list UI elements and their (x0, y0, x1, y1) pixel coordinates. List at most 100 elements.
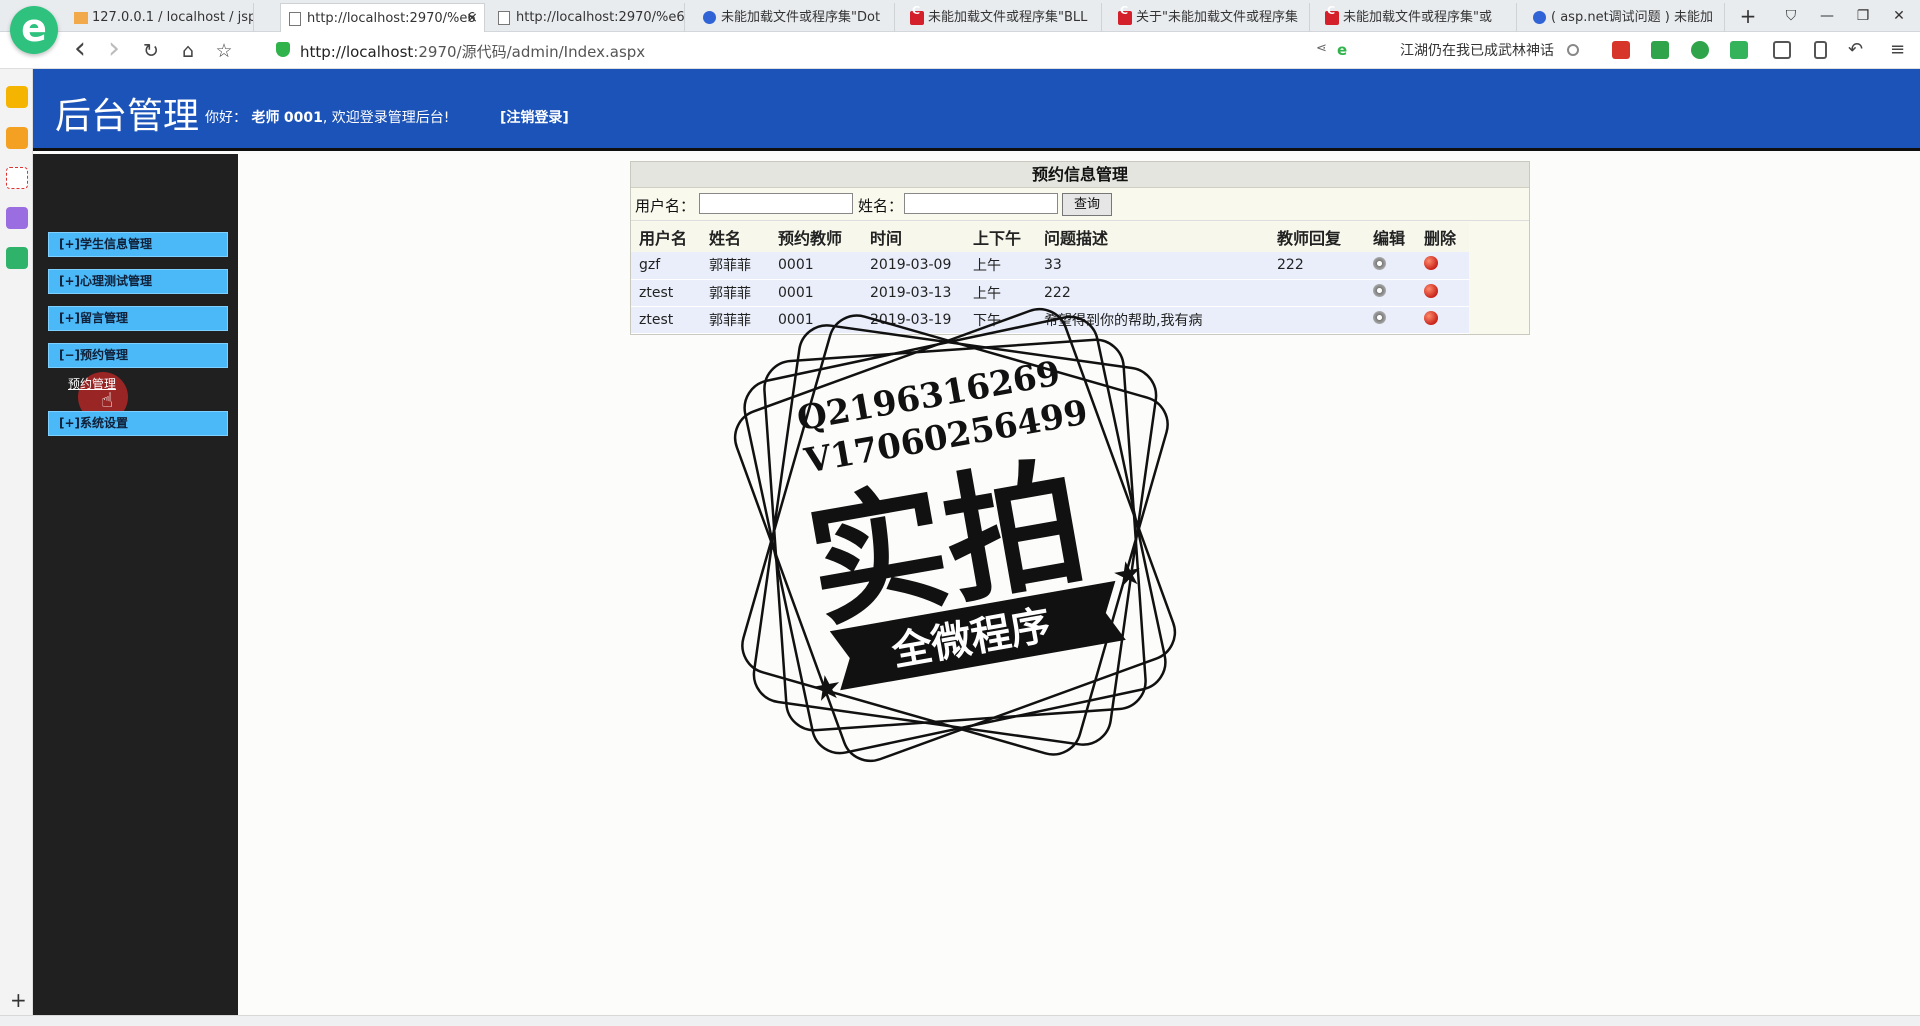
tab-4[interactable]: 未能加载文件或程序集"BLL (902, 3, 1102, 32)
name-label: 姓名： (858, 197, 904, 215)
browser-side-panel (0, 69, 33, 1015)
refresh-button[interactable]: ↻ (139, 39, 163, 63)
secure-shield-icon (276, 42, 290, 57)
edit-cell (1365, 279, 1416, 307)
cell-username: ztest (631, 306, 701, 334)
user-role: 老师 (251, 110, 280, 126)
page-title: 后台管理 (55, 95, 200, 136)
apps-grid-icon[interactable] (1773, 41, 1791, 59)
browser-logo-icon[interactable]: e (10, 6, 58, 54)
phpmyadmin-icon (74, 12, 88, 24)
delete-icon[interactable] (1424, 256, 1438, 271)
tablet-icon[interactable] (1814, 41, 1827, 59)
col-description: 问题描述 (1036, 222, 1269, 252)
forward-button[interactable]: › (102, 34, 126, 64)
translate-icon[interactable] (1651, 41, 1669, 59)
add-panel-icon[interactable]: + (10, 988, 27, 1012)
cell-teacher: 0001 (770, 306, 862, 334)
tab-0[interactable]: 127.0.0.1 / localhost / jsp (66, 3, 254, 32)
csdn-icon (1325, 4, 1339, 25)
greeting-text: 你好： 老师 0001, 欢迎登录管理后台! (205, 110, 450, 126)
username-search-input[interactable] (699, 193, 853, 214)
new-tab-button[interactable]: + (1730, 0, 1766, 32)
home-button[interactable]: ⌂ (176, 39, 200, 63)
search-button[interactable]: 查询 (1062, 193, 1112, 216)
tab-7[interactable]: ( asp.net调试问题 ) 未能加 (1525, 3, 1725, 32)
menu-system-settings[interactable]: [+]系统设置 (48, 411, 228, 436)
edit-gear-icon[interactable] (1373, 284, 1386, 297)
cell-description: 222 (1036, 279, 1269, 307)
cell-period: 下午 (965, 306, 1036, 334)
restore-tabs-icon[interactable]: ⛉ (1773, 0, 1809, 32)
menu-student-info[interactable]: [+]学生信息管理 (48, 232, 228, 257)
cell-period: 上午 (965, 279, 1036, 307)
table-row: ztest 郭菲菲 0001 2019-03-13 上午 222 (631, 279, 1469, 307)
cell-username: gzf (631, 252, 701, 280)
url-field[interactable]: http://localhost:2970/源代码/admin/Index.as… (300, 41, 645, 62)
tab-6[interactable]: 未能加载文件或程序集"或 (1317, 3, 1517, 32)
mail-icon[interactable] (6, 167, 28, 189)
scissors-icon[interactable] (1612, 41, 1630, 59)
cell-reply: 222 (1269, 252, 1365, 280)
csdn-icon (1118, 4, 1132, 25)
page-header: 后台管理 你好： 老师 0001, 欢迎登录管理后台! [注销登录] (33, 69, 1920, 151)
csdn-icon (910, 4, 924, 25)
menu-appointments[interactable]: [−]预约管理 (48, 343, 228, 368)
menu-icon[interactable]: ≡ (1890, 41, 1908, 59)
delete-icon[interactable] (1424, 283, 1438, 298)
name-search-input[interactable] (904, 193, 1058, 214)
minimize-button[interactable]: — (1809, 0, 1845, 32)
delete-icon[interactable] (1424, 310, 1438, 325)
cell-username: ztest (631, 279, 701, 307)
col-edit: 编辑 (1365, 222, 1416, 252)
hand-cursor-icon: ☝ (101, 388, 114, 412)
tab-1-active[interactable]: http://localhost:2970/%e6 × (280, 3, 485, 32)
comic-icon[interactable] (6, 207, 28, 229)
favorite-star-icon[interactable]: ☆ (212, 39, 236, 63)
tab-2[interactable]: http://localhost:2970/%e6 (490, 3, 685, 32)
tab-3[interactable]: 未能加载文件或程序集"Dot (695, 3, 895, 32)
page-icon (289, 12, 301, 26)
col-username: 用户名 (631, 222, 701, 252)
game-icon[interactable] (1730, 41, 1748, 59)
edit-cell (1365, 306, 1416, 334)
panel-title: 预约信息管理 (631, 162, 1529, 188)
appointment-panel: 预约信息管理 用户名： 姓名： 查询 用户名 姓名 预约教师 时间 上下午 问题… (630, 161, 1530, 335)
cell-teacher: 0001 (770, 279, 862, 307)
baidu-paw-icon (703, 11, 716, 24)
close-window-button[interactable]: ✕ (1881, 0, 1917, 32)
cell-name: 郭菲菲 (701, 252, 770, 280)
menu-psych-test[interactable]: [+]心理测试管理 (48, 269, 228, 294)
edit-gear-icon[interactable] (1373, 256, 1386, 270)
favorites-star-icon[interactable] (6, 86, 28, 108)
security-icon[interactable] (1691, 41, 1709, 59)
edit-cell (1365, 252, 1416, 280)
maximize-button[interactable]: ❐ (1845, 0, 1881, 32)
weibo-icon[interactable] (6, 127, 28, 149)
appointment-table: 用户名 姓名 预约教师 时间 上下午 问题描述 教师回复 编辑 删除 gzf 郭 (631, 222, 1469, 334)
col-name: 姓名 (701, 222, 770, 252)
cell-date: 2019-03-13 (862, 279, 965, 307)
username-label: 用户名： (635, 197, 696, 215)
cell-description: 希望得到你的帮助,我有病 (1036, 306, 1269, 334)
cell-period: 上午 (965, 252, 1036, 280)
baidu-paw-icon (1533, 11, 1546, 24)
cell-name: 郭菲菲 (701, 306, 770, 334)
undo-icon[interactable]: ↶ (1848, 41, 1866, 59)
close-tab-icon[interactable]: × (466, 4, 478, 32)
video-icon[interactable] (6, 247, 28, 269)
cell-reply (1269, 279, 1365, 307)
tab-5[interactable]: 关于"未能加载文件或程序集 (1110, 3, 1310, 32)
menu-messages[interactable]: [+]留言管理 (48, 306, 228, 331)
table-row: gzf 郭菲菲 0001 2019-03-09 上午 33 222 (631, 252, 1469, 280)
search-icon[interactable] (1567, 44, 1579, 56)
ie-mode-icon[interactable]: e (1337, 41, 1355, 59)
search-hint[interactable]: 江湖仍在我已成武林神话 (1400, 40, 1554, 60)
page-icon (498, 11, 510, 25)
back-button[interactable]: ‹ (68, 34, 92, 64)
edit-gear-icon[interactable] (1373, 311, 1386, 324)
search-form: 用户名： 姓名： 查询 (631, 189, 1529, 221)
logout-link[interactable]: [注销登录] (500, 107, 569, 127)
share-icon[interactable]: ⋖ (1316, 41, 1328, 59)
table-row: ztest 郭菲菲 0001 2019-03-19 下午 希望得到你的帮助,我有… (631, 306, 1469, 334)
